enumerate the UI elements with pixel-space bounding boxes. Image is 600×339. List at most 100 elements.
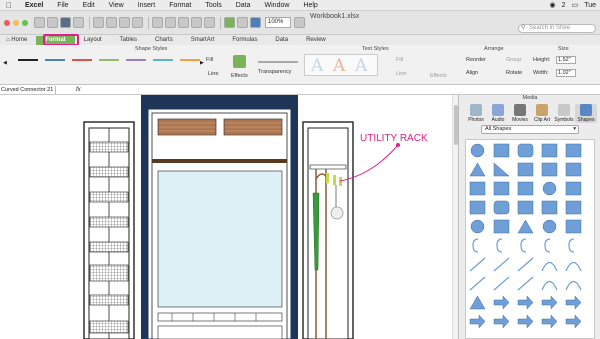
brace-shape-icon[interactable]	[520, 238, 527, 253]
brace-shape-icon[interactable]	[568, 238, 575, 253]
open-icon[interactable]	[47, 17, 58, 28]
line-shape-icon[interactable]	[517, 257, 534, 272]
autosum-icon[interactable]	[178, 17, 189, 28]
arrow-shape-icon[interactable]	[565, 295, 582, 310]
effects-label[interactable]: Effects	[231, 73, 248, 79]
tab-data[interactable]: Data	[266, 36, 297, 45]
format-painter-icon[interactable]	[132, 17, 143, 28]
shape-style-swatch[interactable]	[72, 59, 92, 61]
text-line-label[interactable]: Line	[396, 71, 406, 77]
redo-icon[interactable]	[165, 17, 176, 28]
bracket-shape-icon[interactable]	[496, 238, 503, 253]
corner-shape-icon[interactable]	[565, 200, 582, 215]
apple-menu-icon[interactable]: 	[0, 1, 18, 10]
shape-style-swatch[interactable]	[45, 59, 65, 61]
halfframe-shape-icon[interactable]	[541, 200, 558, 215]
drawing-canvas[interactable]: UTILITY RACK	[0, 95, 458, 339]
tab-review[interactable]: Review	[297, 36, 335, 45]
trapezoid-shape-icon[interactable]	[541, 162, 558, 177]
save-icon[interactable]	[60, 17, 71, 28]
shape-style-swatch[interactable]	[153, 59, 173, 61]
filter-icon[interactable]	[204, 17, 215, 28]
paste-icon[interactable]	[119, 17, 130, 28]
roundrect-shape-icon[interactable]	[517, 143, 534, 158]
menu-format[interactable]: Format	[162, 2, 198, 9]
menu-tools[interactable]: Tools	[198, 2, 228, 9]
shape-category-select[interactable]: All Shapes ▾	[481, 125, 579, 134]
lightning-shape-icon[interactable]	[517, 219, 534, 234]
line-shape-icon[interactable]	[517, 276, 534, 291]
tab-tables[interactable]: Tables	[111, 36, 146, 45]
copy-icon[interactable]	[106, 17, 117, 28]
name-box[interactable]: Curved Connector 21	[0, 86, 56, 94]
rtriangle-shape-icon[interactable]	[493, 162, 510, 177]
undo-icon[interactable]	[152, 17, 163, 28]
arrow-shape-icon[interactable]	[541, 295, 558, 310]
tab-home[interactable]: ⌂ Home	[0, 36, 36, 45]
octagon-shape-icon[interactable]	[517, 181, 534, 196]
parallelogram-shape-icon[interactable]	[517, 162, 534, 177]
arrow-shape-icon[interactable]	[517, 314, 534, 329]
minimize-window-icon[interactable]	[13, 19, 19, 26]
zoom-field[interactable]: 100%	[265, 17, 291, 28]
menu-view[interactable]: View	[102, 2, 131, 9]
arrow-shape-icon[interactable]	[517, 295, 534, 310]
hexagon-shape-icon[interactable]	[493, 181, 510, 196]
menu-excel[interactable]: Excel	[18, 2, 50, 9]
line-shape-icon[interactable]	[469, 276, 486, 291]
zoom-window-icon[interactable]	[22, 19, 28, 26]
clock[interactable]: Tue	[584, 2, 596, 9]
tab-smartart[interactable]: SmartArt	[182, 36, 224, 45]
moon-shape-icon[interactable]	[565, 219, 582, 234]
line-shape-icon[interactable]	[493, 276, 510, 291]
brace-shape-icon[interactable]	[544, 238, 551, 253]
curve-shape-icon[interactable]	[565, 261, 582, 272]
menu-help[interactable]: Help	[296, 2, 324, 9]
frame-shape-icon[interactable]	[517, 200, 534, 215]
wordart-gallery[interactable]: A A A	[304, 54, 378, 76]
sheet-canvas[interactable]: UTILITY RACK	[0, 95, 458, 339]
can-shape-icon[interactable]	[493, 200, 510, 215]
effects-icon[interactable]	[233, 55, 246, 68]
cube-shape-icon[interactable]	[469, 200, 486, 215]
bracket-shape-icon[interactable]	[472, 238, 479, 253]
tab-symbols[interactable]: Symbols	[553, 104, 575, 123]
height-field[interactable]: 1.52"	[556, 56, 576, 64]
tab-shapes[interactable]: Shapes	[575, 104, 597, 123]
triangle-shape-icon[interactable]	[469, 162, 486, 177]
wifi-icon[interactable]: ◉	[550, 1, 556, 9]
shape-style-swatch[interactable]	[18, 59, 38, 61]
curve-shape-icon[interactable]	[541, 261, 558, 272]
help-icon[interactable]	[294, 17, 305, 28]
text-fill-label[interactable]: Fill	[396, 57, 403, 63]
arrow-shape-icon[interactable]	[469, 314, 486, 329]
print-icon[interactable]	[73, 17, 84, 28]
battery-icon[interactable]: ▭	[572, 1, 579, 9]
shape-line-label[interactable]: Line	[208, 71, 218, 77]
width-field[interactable]: 1.02"	[556, 69, 576, 77]
shape-style-swatch[interactable]	[126, 59, 146, 61]
curve-shape-icon[interactable]	[541, 280, 558, 291]
text-effects-label[interactable]: Effects	[430, 73, 447, 79]
chord-shape-icon[interactable]	[565, 143, 582, 158]
media-browser-icon[interactable]	[250, 17, 261, 28]
menu-data[interactable]: Data	[229, 2, 258, 9]
shape-style-swatch[interactable]	[180, 59, 200, 61]
style-next-icon[interactable]: ▶	[200, 60, 204, 66]
left-cabinet[interactable]	[83, 121, 135, 339]
reorder-button[interactable]: Reorder	[466, 57, 486, 63]
diamond-shape-icon[interactable]	[565, 162, 582, 177]
cut-icon[interactable]	[93, 17, 104, 28]
menu-window[interactable]: Window	[258, 2, 297, 9]
tab-clip-art[interactable]: Clip Art	[531, 104, 553, 123]
donut-shape-icon[interactable]	[542, 181, 557, 196]
menu-file[interactable]: File	[50, 2, 75, 9]
center-window-frame[interactable]	[141, 95, 298, 339]
tab-movies[interactable]: Movies	[509, 104, 531, 123]
new-icon[interactable]	[34, 17, 45, 28]
shape-style-swatch[interactable]	[99, 59, 119, 61]
wordart-style-3[interactable]: A	[355, 56, 367, 76]
rotate-button[interactable]: Rotate	[506, 70, 522, 76]
tab-photos[interactable]: Photos	[465, 104, 487, 123]
sort-icon[interactable]	[191, 17, 202, 28]
